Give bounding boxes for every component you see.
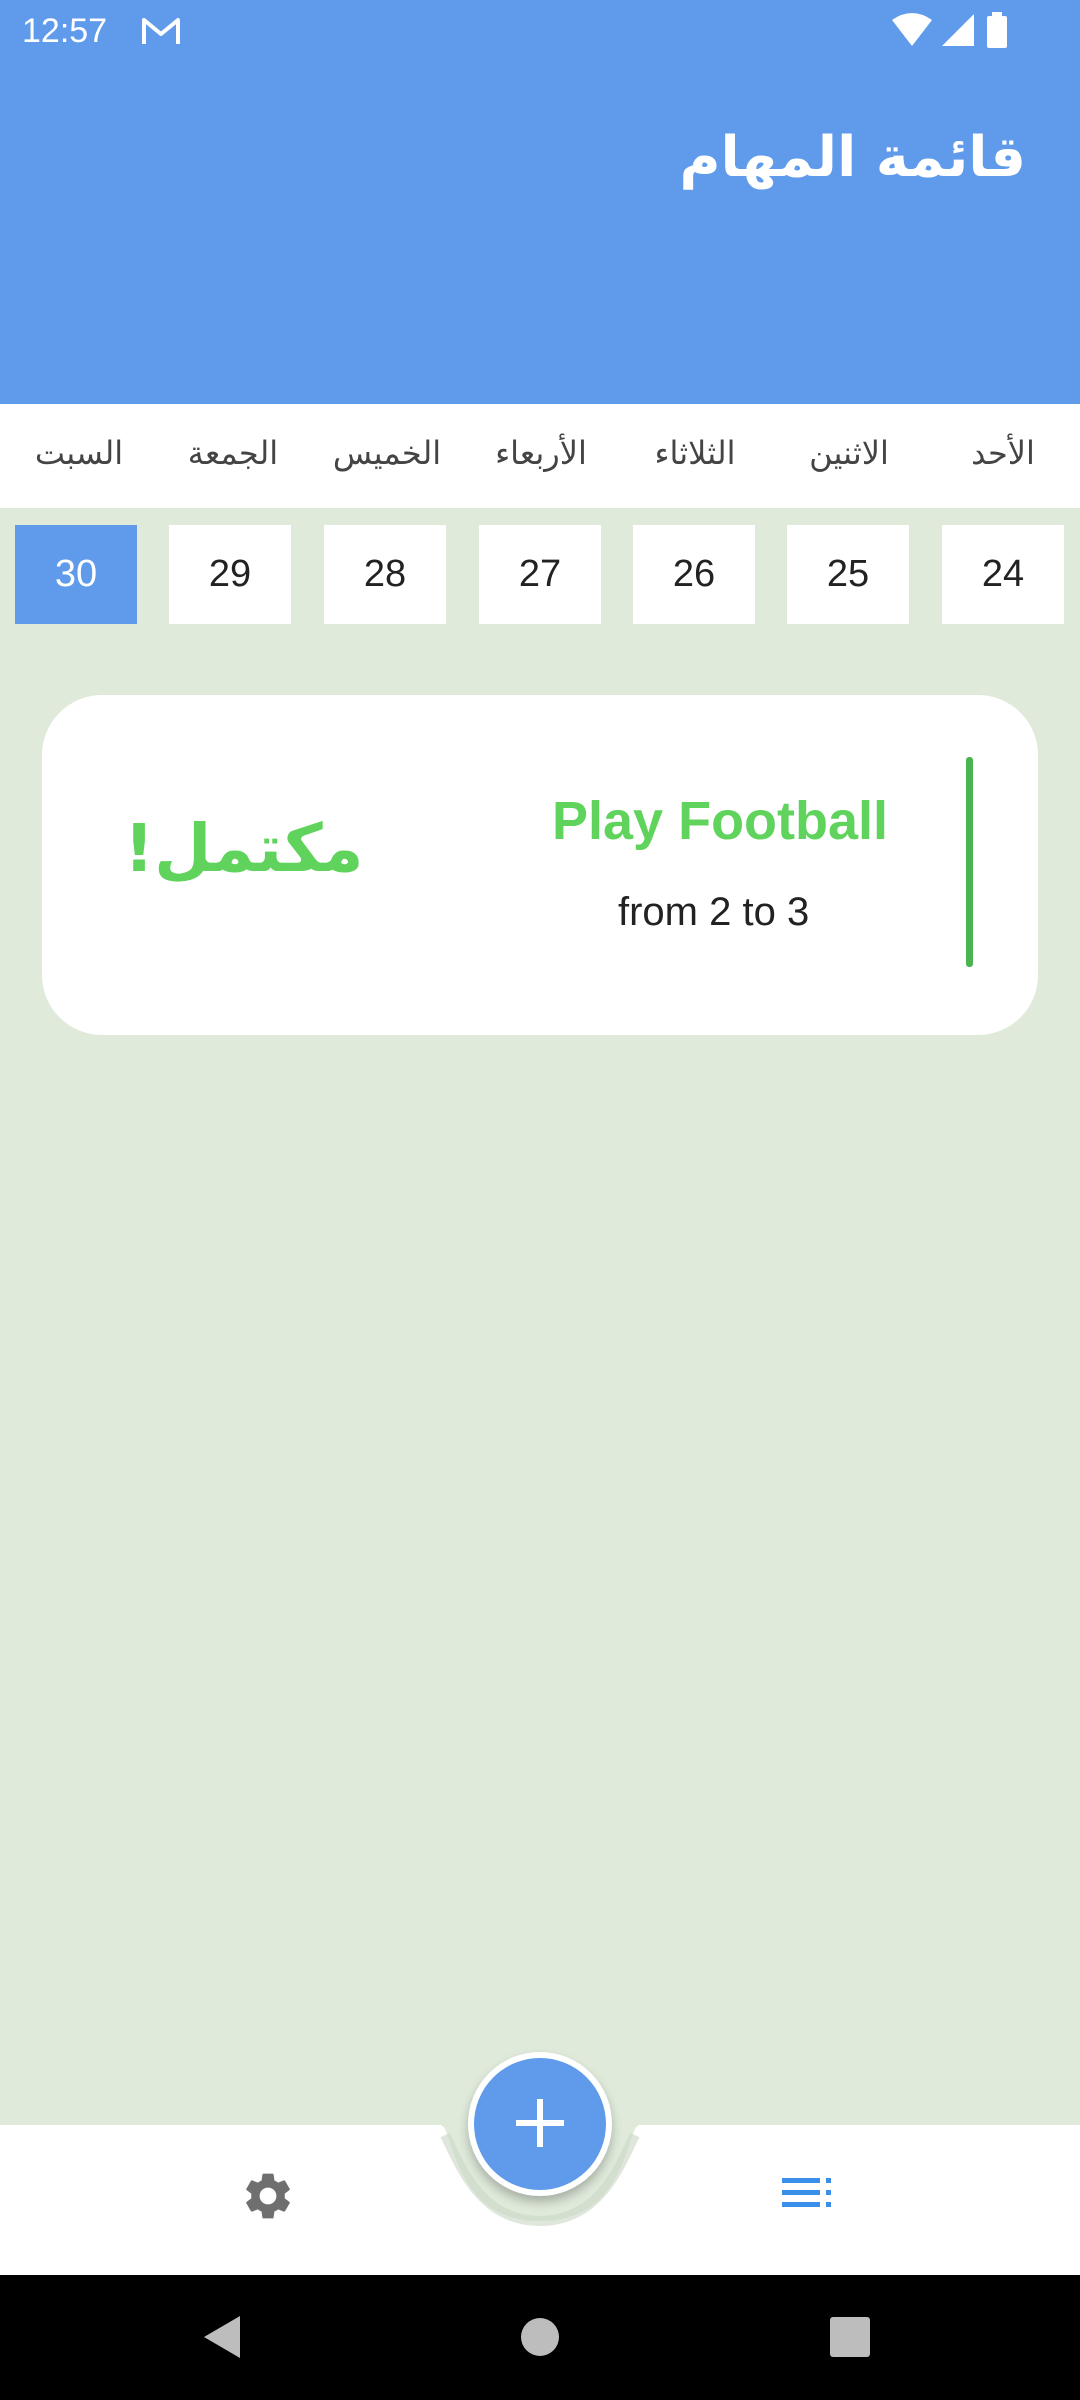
date-cell-selected[interactable]: 30 bbox=[15, 525, 137, 624]
page-title: قائمة المهام bbox=[679, 125, 1026, 190]
recent-apps-icon[interactable] bbox=[828, 2315, 872, 2363]
list-icon[interactable] bbox=[782, 2176, 836, 2220]
task-title: Play Football bbox=[552, 791, 889, 851]
weekday-label: الجمعة bbox=[187, 434, 279, 472]
weekday-label: السبت bbox=[34, 434, 124, 472]
home-icon[interactable] bbox=[520, 2317, 560, 2361]
gmail-icon bbox=[140, 14, 182, 52]
task-time: from 2 to 3 bbox=[618, 890, 810, 934]
wifi-icon bbox=[890, 12, 934, 52]
settings-icon[interactable] bbox=[240, 2168, 296, 2228]
task-status: مكتمل! bbox=[124, 810, 364, 887]
status-time: 12:57 bbox=[22, 12, 108, 50]
battery-icon bbox=[986, 12, 1008, 52]
plus-icon bbox=[514, 2097, 566, 2152]
weekday-label: الأحد bbox=[971, 434, 1035, 472]
date-cell[interactable]: 26 bbox=[633, 525, 755, 624]
weekday-label: الثلاثاء bbox=[654, 434, 736, 472]
back-icon[interactable] bbox=[200, 2312, 244, 2366]
status-bar: 12:57 bbox=[0, 0, 1080, 64]
weekday-label: الأربعاء bbox=[495, 434, 587, 472]
add-task-button[interactable] bbox=[468, 2052, 612, 2196]
date-cell[interactable]: 27 bbox=[479, 525, 601, 624]
signal-icon bbox=[940, 12, 976, 52]
date-cell[interactable]: 25 bbox=[787, 525, 909, 624]
task-card[interactable]: مكتمل! Play Football from 2 to 3 bbox=[42, 695, 1038, 1035]
weekday-bar: الأحد الاثنين الثلاثاء الأربعاء الخميس ا… bbox=[0, 404, 1080, 508]
task-accent-bar bbox=[966, 757, 973, 967]
app-header bbox=[0, 64, 1080, 404]
date-cell[interactable]: 28 bbox=[324, 525, 446, 624]
date-cell[interactable]: 29 bbox=[169, 525, 291, 624]
date-cell[interactable]: 24 bbox=[942, 525, 1064, 624]
weekday-label: الخميس bbox=[332, 434, 442, 472]
weekday-label: الاثنين bbox=[809, 434, 889, 472]
